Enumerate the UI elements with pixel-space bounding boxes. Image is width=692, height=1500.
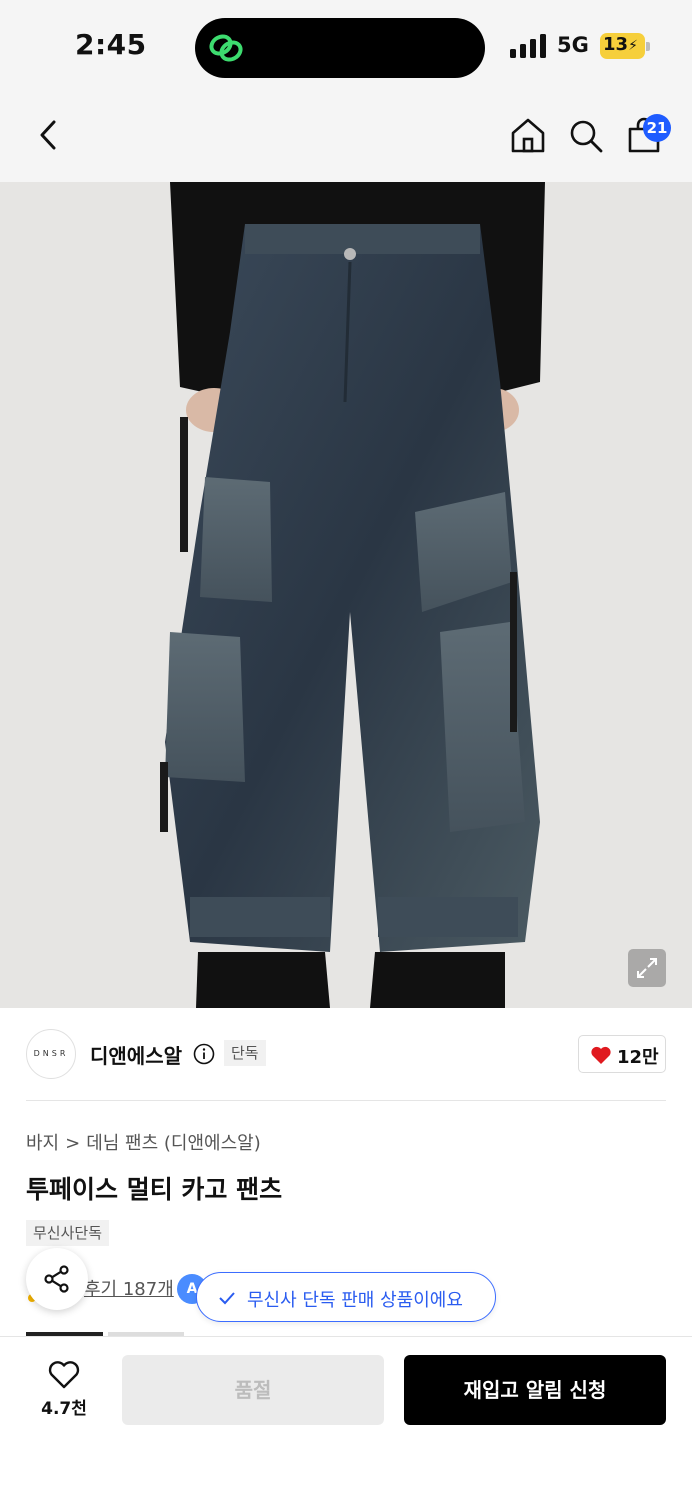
wishlist-button[interactable]: 4.7천 [34, 1360, 94, 1420]
share-button[interactable] [26, 1248, 88, 1310]
product-photo-illustration [0, 182, 692, 1008]
like-count: 12만 [617, 1047, 659, 1068]
product-tag: 무신사단독 [26, 1220, 110, 1246]
search-button[interactable] [566, 114, 606, 156]
battery-icon: 13⚡ [600, 33, 650, 59]
brand-name[interactable]: 디앤에스알 [90, 1040, 182, 1069]
breadcrumb-separator: > [65, 1133, 81, 1154]
heart-filled-icon [591, 1046, 611, 1064]
product-image[interactable] [0, 182, 692, 1008]
breadcrumb-subcategory[interactable]: 데님 팬츠 (디앤에스알) [86, 1133, 261, 1154]
status-bar: 2:45 5G 13⚡ [0, 0, 692, 96]
top-nav [0, 96, 692, 182]
network-type: 5G [557, 33, 589, 57]
dynamic-island [195, 18, 485, 78]
check-icon [219, 1292, 235, 1305]
home-icon [511, 118, 545, 153]
battery-level: 13 [603, 34, 629, 55]
expand-image-button[interactable] [628, 949, 666, 987]
brand-like-button[interactable]: 12만 [578, 1035, 666, 1073]
review-link[interactable]: 후기 187개 [84, 1275, 174, 1301]
breadcrumb-category[interactable]: 바지 [26, 1133, 59, 1154]
soldout-button: 품절 [122, 1355, 384, 1425]
product-title: 투페이스 멀티 카고 팬츠 [26, 1175, 283, 1204]
breadcrumb: 바지 > 데님 팬츠 (디앤에스알) [26, 1129, 267, 1155]
exclusive-toast: 무신사 단독 판매 상품이에요 [196, 1272, 496, 1322]
restock-alert-button[interactable]: 재입고 알림 신청 [404, 1355, 666, 1425]
toast-text: 무신사 단독 판매 상품이에요 [247, 1290, 463, 1311]
back-button[interactable] [30, 114, 70, 156]
divider [26, 1100, 666, 1101]
heart-outline-icon [48, 1361, 80, 1389]
expand-icon [637, 958, 657, 978]
status-time: 2:45 [75, 28, 147, 61]
brand-logo[interactable]: DNSR [26, 1029, 76, 1079]
info-icon[interactable] [193, 1043, 215, 1065]
link-app-icon [209, 34, 243, 62]
share-icon [44, 1265, 69, 1293]
wishlist-count: 4.7천 [41, 1399, 87, 1419]
exclusive-badge: 단독 [224, 1040, 266, 1066]
signal-icon [510, 34, 546, 58]
chevron-left-icon [40, 120, 56, 150]
home-button[interactable] [508, 114, 548, 156]
search-icon [570, 120, 603, 153]
cart-count-badge: 21 [643, 114, 671, 142]
